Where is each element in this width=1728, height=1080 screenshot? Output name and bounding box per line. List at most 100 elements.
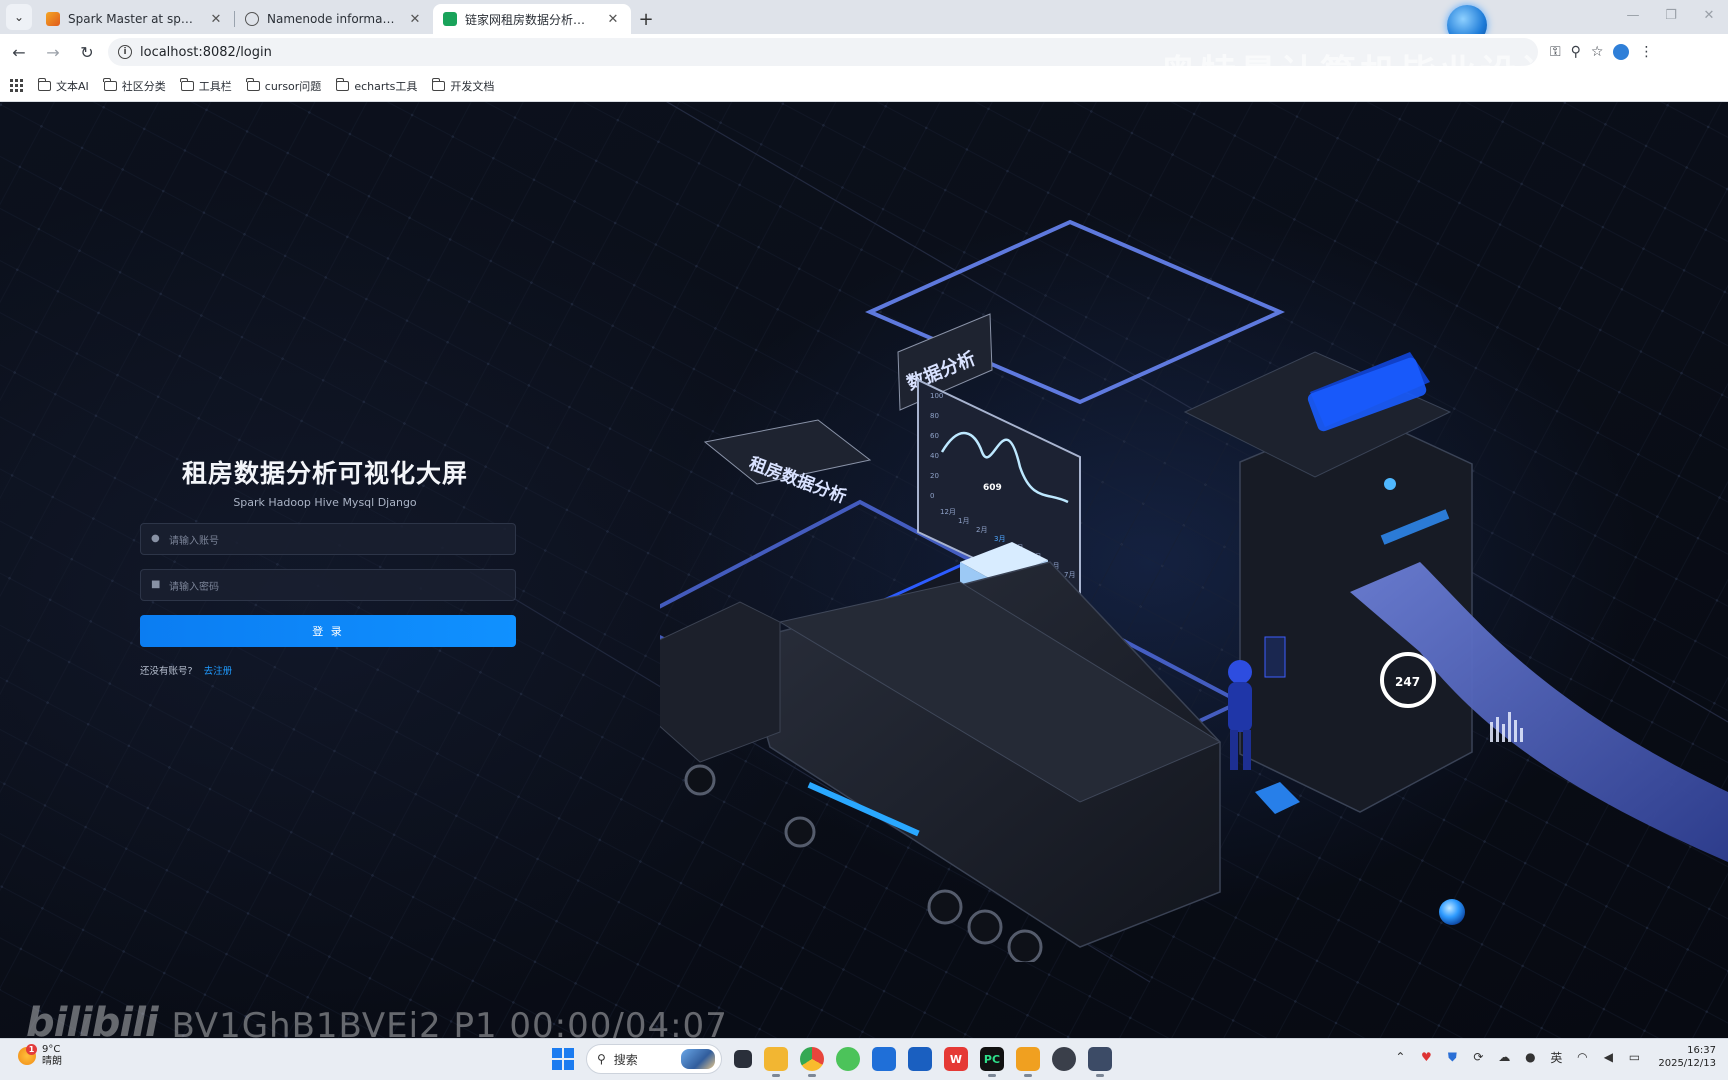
task-view-icon[interactable] — [734, 1050, 752, 1068]
forward-icon[interactable]: → — [38, 37, 68, 67]
weather-badge: 1 — [26, 1044, 37, 1055]
wifi-icon[interactable]: ◠ — [1574, 1050, 1590, 1064]
ribbon-number: 247 — [1395, 675, 1420, 689]
system-tray: ⌃ ♥ ⛊ ⟳ ☁ ● 英 ◠ ◀ ▭ 16:37 2025/12/13 — [1392, 1044, 1716, 1070]
battery-icon[interactable]: ▭ — [1626, 1050, 1642, 1064]
bookmark-folder[interactable]: cursor问题 — [246, 77, 322, 94]
password-field[interactable]: ■ 请输入密码 — [140, 569, 516, 601]
sign-rental-analysis: 租房数据分析 — [703, 419, 872, 508]
zoom-icon[interactable]: ⚲ — [1571, 44, 1581, 60]
folder-icon — [37, 77, 51, 91]
wps-icon[interactable]: W — [944, 1047, 968, 1071]
remote-app-icon[interactable] — [1016, 1047, 1040, 1077]
apps-grid-icon[interactable] — [10, 78, 24, 93]
lock-icon: ■ — [151, 579, 161, 590]
url-text: localhost:8082/login — [140, 44, 272, 60]
terminal-icon[interactable] — [1088, 1047, 1112, 1077]
bookmark-label: 文本AI — [56, 79, 89, 93]
spark-favicon-icon — [46, 12, 60, 26]
close-tab-icon[interactable]: ✕ — [605, 12, 621, 27]
bookmark-folder[interactable]: echarts工具 — [335, 77, 417, 94]
screen-axis-label: 20 — [930, 472, 939, 480]
login-page: 租房数据分析 数据分析 100 80 60 40 20 0 609 12月 1月… — [0, 102, 1728, 1038]
clock-date: 2025/12/13 — [1658, 1058, 1716, 1069]
tray-app-icon[interactable]: ♥ — [1418, 1050, 1434, 1064]
sync-icon[interactable]: ⟳ — [1470, 1050, 1486, 1064]
bookmark-star-icon[interactable]: ☆ — [1591, 44, 1604, 60]
reload-icon[interactable]: ↻ — [72, 37, 102, 67]
screen-axis-label: 40 — [930, 452, 939, 460]
maximize-button[interactable]: ❐ — [1652, 0, 1690, 30]
screen-value: 609 — [983, 483, 1002, 493]
search-highlight-image — [681, 1049, 715, 1069]
volume-icon[interactable]: ◀ — [1600, 1050, 1616, 1064]
folder-icon — [335, 77, 350, 91]
weather-temp: 9°C — [42, 1044, 61, 1055]
video-id-timestamp: BV1GhB1BVEi2 P1 00:00/04:07 — [171, 1006, 728, 1038]
screen-axis-label: 0 — [930, 492, 934, 500]
password-placeholder: 请输入密码 — [169, 581, 219, 593]
file-explorer-icon[interactable] — [764, 1047, 788, 1077]
store-icon[interactable] — [908, 1047, 932, 1071]
user-icon: ● — [151, 533, 160, 544]
vm-app-icon[interactable] — [872, 1047, 896, 1071]
cloud-off-icon[interactable]: ☁ — [1496, 1050, 1512, 1064]
assistant-icon[interactable] — [1052, 1047, 1076, 1071]
taskbar-apps: ⚲ 搜索 W PC — [552, 1044, 1112, 1077]
ime-indicator[interactable]: 英 — [1548, 1049, 1564, 1066]
login-button[interactable]: 登 录 — [140, 615, 516, 647]
address-bar-actions: ⚿ ⚲ ☆ ⋮ — [1550, 44, 1653, 60]
chrome-icon[interactable] — [800, 1047, 824, 1077]
close-window-button[interactable]: ✕ — [1690, 0, 1728, 30]
windows-start-icon[interactable] — [552, 1048, 574, 1070]
taskbar: 1 9°C 晴朗 ⚲ 搜索 W PC ⌃ ♥ ⛊ ⟳ ☁ ● 英 ◠ ◀ ▭ 1… — [0, 1038, 1728, 1080]
bilibili-logo: bilibili — [26, 1000, 159, 1038]
username-field[interactable]: ● 请输入账号 — [140, 523, 516, 555]
search-label: 搜索 — [613, 1052, 638, 1067]
close-tab-icon[interactable]: ✕ — [208, 12, 224, 27]
bookmark-label: cursor问题 — [264, 79, 322, 93]
bookmark-label: 开发文档 — [450, 79, 495, 93]
close-tab-icon[interactable]: ✕ — [407, 12, 423, 27]
clock-time: 16:37 — [1687, 1045, 1716, 1056]
bookmark-folder[interactable]: 社区分类 — [103, 77, 166, 94]
screen-month-label: 12月 — [940, 508, 956, 516]
window-controls: — ❐ ✕ — [1614, 0, 1728, 34]
mic-icon[interactable]: ● — [1522, 1050, 1538, 1064]
pycharm-icon[interactable]: PC — [980, 1047, 1004, 1077]
glow-orb — [1439, 899, 1465, 925]
tab-namenode[interactable]: Namenode information ✕ — [235, 4, 433, 34]
video-watermark: bilibili BV1GhB1BVEi2 P1 00:00/04:07 — [26, 1000, 728, 1038]
folder-icon — [103, 77, 117, 91]
screen-axis-label: 80 — [930, 412, 939, 420]
taskbar-search[interactable]: ⚲ 搜索 — [586, 1044, 722, 1074]
register-prompt: 还没有账号? — [140, 666, 193, 677]
clock[interactable]: 16:37 2025/12/13 — [1658, 1044, 1716, 1070]
bookmark-label: 社区分类 — [121, 79, 166, 93]
chevron-up-icon[interactable]: ⌃ — [1392, 1050, 1408, 1064]
back-icon[interactable]: ← — [4, 37, 34, 67]
site-info-icon[interactable]: i — [118, 45, 132, 59]
weather-desc: 晴朗 — [42, 1056, 62, 1067]
screen-month-label: 3月 — [994, 535, 1005, 543]
bookmark-folder[interactable]: 文本AI — [37, 77, 89, 94]
screen-axis-label: 60 — [930, 432, 939, 440]
minimize-button[interactable]: — — [1614, 0, 1652, 30]
screen-month-label: 2月 — [976, 526, 987, 534]
weather-widget[interactable]: 1 9°C 晴朗 — [18, 1044, 62, 1068]
bookmark-folder[interactable]: 工具栏 — [180, 77, 232, 94]
new-tab-button[interactable]: + — [631, 4, 661, 34]
shield-icon[interactable]: ⛊ — [1444, 1050, 1460, 1065]
profile-icon[interactable] — [1613, 44, 1630, 60]
more-menu-icon[interactable]: ⋮ — [1639, 44, 1653, 60]
tab-spark-master[interactable]: Spark Master at spark://node ✕ — [36, 4, 234, 34]
folder-icon — [180, 77, 194, 91]
register-link[interactable]: 去注册 — [204, 666, 233, 677]
tab-search-button[interactable]: ⌄ — [6, 4, 32, 30]
screen-axis-label: 100 — [930, 392, 943, 400]
bookmark-folder[interactable]: 开发文档 — [432, 77, 495, 94]
wechat-like-icon[interactable] — [836, 1047, 860, 1071]
tab-login-page[interactable]: 链家网租房数据分析可视化大屏 ✕ — [433, 4, 631, 34]
logistics-illustration: 租房数据分析 数据分析 100 80 60 40 20 0 609 12月 1月… — [660, 219, 1728, 962]
bookmarks-bar: 文本AI 社区分类 工具栏 cursor问题 echarts工具 开发文档 — [0, 70, 1728, 102]
